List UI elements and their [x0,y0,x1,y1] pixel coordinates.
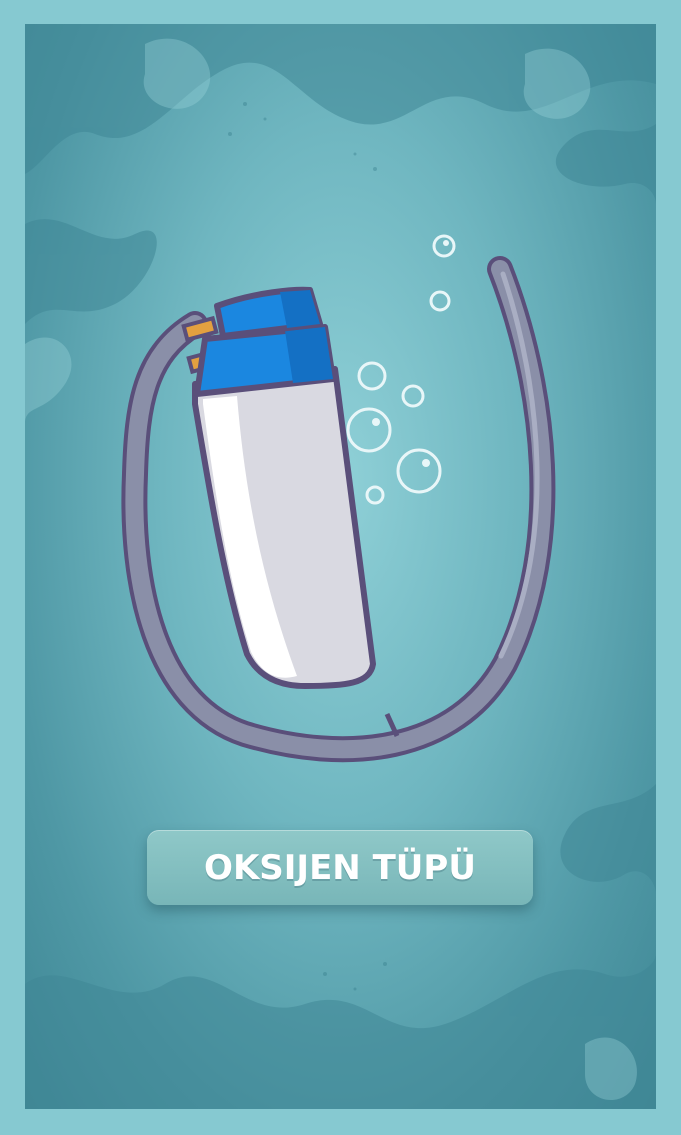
item-name-button[interactable]: OKSIJEN TÜPÜ [147,830,533,905]
item-name-label: OKSIJEN TÜPÜ [204,847,476,888]
item-card[interactable]: OKSIJEN TÜPÜ [25,24,656,1109]
card-frame: OKSIJEN TÜPÜ [0,0,681,1135]
oxygen-tank-icon [121,234,556,763]
